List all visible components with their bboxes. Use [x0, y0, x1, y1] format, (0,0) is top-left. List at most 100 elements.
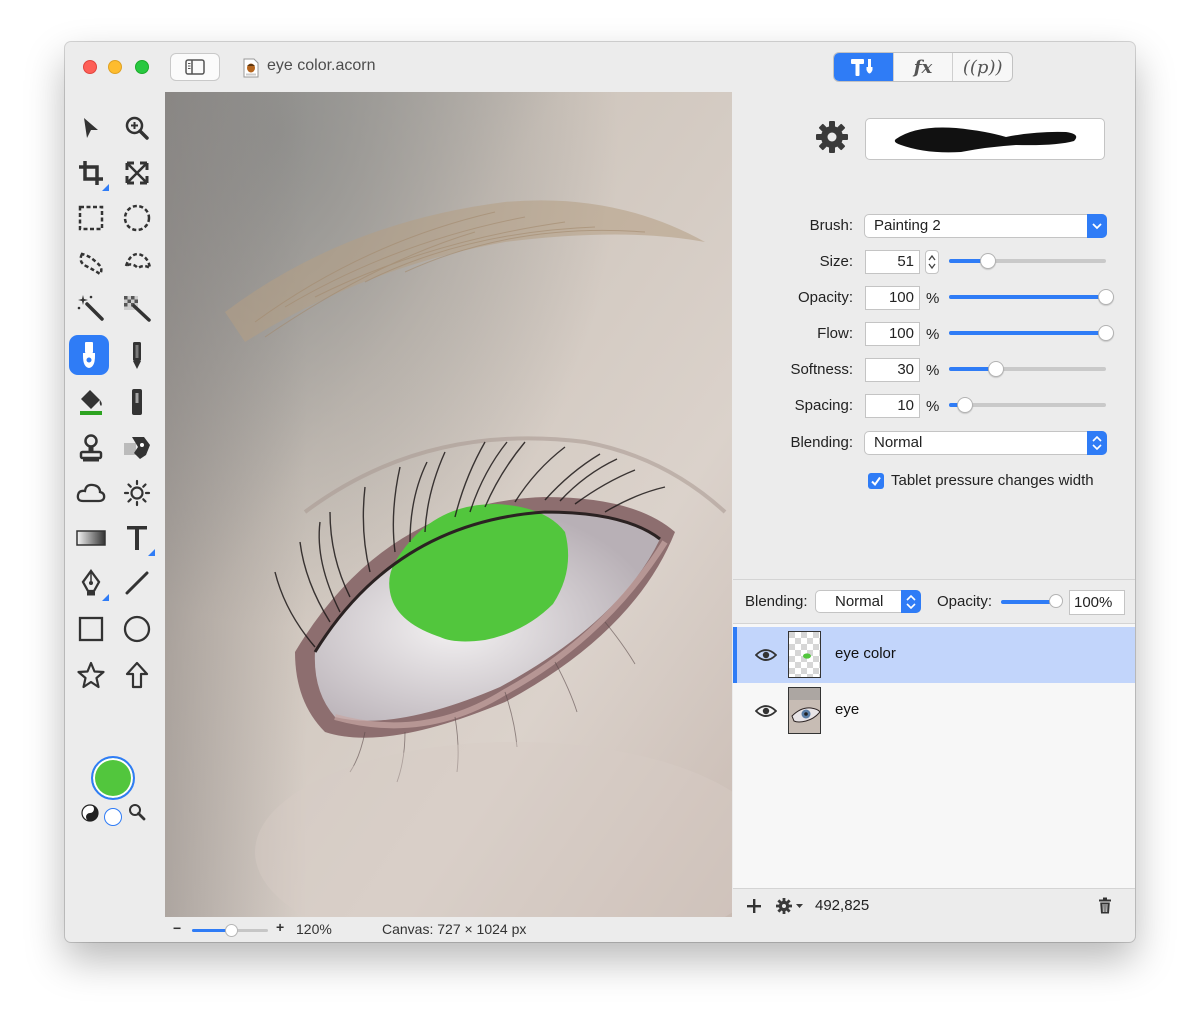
stepper-arrows-icon [928, 254, 936, 270]
magic-wand-icon [77, 295, 104, 321]
crop-tool[interactable] [71, 153, 111, 193]
tablet-pressure-checkbox[interactable] [868, 473, 884, 489]
size-slider-knob[interactable] [980, 253, 997, 269]
paint-bucket-tool[interactable] [71, 382, 111, 422]
eye-visibility-icon[interactable] [755, 648, 777, 662]
background-color-well[interactable] [104, 808, 122, 826]
layer-name: eye color [835, 645, 896, 662]
arrow-shape-tool[interactable] [117, 655, 157, 695]
opacity-slider-fill [949, 295, 1106, 299]
polygon-lasso-tool[interactable] [117, 243, 157, 283]
color-select-tool[interactable] [117, 288, 157, 328]
color-picker-button[interactable] [128, 803, 146, 821]
brush-preview[interactable] [865, 118, 1105, 160]
zoom-window-button[interactable] [135, 60, 149, 74]
opacity-percent: % [926, 290, 940, 307]
opacity-slider[interactable] [949, 289, 1114, 305]
star-tool[interactable] [71, 655, 111, 695]
zoom-in-button[interactable]: + [276, 919, 284, 935]
layer-thumbnail [788, 631, 821, 678]
layer-thumbnail [788, 687, 821, 734]
opacity-field[interactable]: 100 [865, 286, 920, 310]
zoom-out-button[interactable]: − [173, 920, 181, 936]
cloud-tool[interactable] [71, 473, 111, 513]
gear-icon[interactable] [815, 120, 849, 154]
move-tool[interactable] [71, 108, 111, 148]
flow-field[interactable]: 100 [865, 322, 920, 346]
zoom-slider-knob[interactable] [225, 924, 239, 937]
layer-row[interactable]: eye [733, 683, 1135, 739]
rectangle-tool[interactable] [71, 609, 111, 649]
eye-photo [165, 92, 732, 917]
brush-tool[interactable] [69, 335, 109, 375]
layer-opacity-field[interactable]: 100% [1069, 590, 1125, 615]
gear-menu-icon[interactable] [775, 897, 805, 915]
zoom-slider[interactable] [192, 924, 268, 937]
layer-blending-popup[interactable]: Normal [815, 590, 921, 613]
smudge-tool[interactable] [117, 428, 157, 468]
swap-colors-button[interactable] [81, 804, 99, 822]
blending-popup[interactable]: Normal [864, 431, 1107, 455]
softness-label: Softness: [790, 361, 853, 378]
foreground-color-well[interactable] [91, 756, 135, 800]
minimize-window-button[interactable] [108, 60, 122, 74]
rect-select-tool[interactable] [71, 198, 111, 238]
layer-name: eye [835, 701, 860, 718]
pen-tool[interactable] [71, 563, 111, 603]
gradient-icon [76, 530, 106, 546]
oval-tool[interactable] [117, 609, 157, 649]
opacity-label: Opacity: [797, 289, 853, 306]
eye-visibility-icon[interactable] [755, 704, 777, 718]
submenu-indicator [102, 594, 109, 601]
plus-icon[interactable] [746, 898, 762, 914]
flow-slider[interactable] [949, 325, 1114, 341]
ellipse-select-tool[interactable] [117, 198, 157, 238]
zoom-in-icon [125, 116, 149, 140]
flow-slider-knob[interactable] [1098, 325, 1114, 341]
tab-properties[interactable]: ((p)) [953, 53, 1012, 81]
gradient-tool[interactable] [71, 518, 111, 558]
tab-effects[interactable]: fx [894, 53, 954, 81]
lasso-tool[interactable] [71, 243, 111, 283]
ellipse-marquee-icon [123, 204, 151, 232]
brightness-tool[interactable] [117, 473, 157, 513]
document-title: eye color.acorn [267, 57, 376, 74]
size-field[interactable]: 51 [865, 250, 920, 274]
trash-icon[interactable] [1098, 897, 1112, 914]
canvas-image[interactable] [165, 92, 732, 917]
blending-popup-value: Normal [874, 434, 923, 451]
pencil-tool[interactable] [117, 335, 157, 375]
text-tool[interactable] [117, 518, 157, 558]
brush-popup[interactable]: Painting 2 [864, 214, 1107, 238]
gradient-pencil-tool[interactable] [117, 382, 157, 422]
sidebar-toggle-button[interactable] [170, 53, 220, 81]
size-stepper[interactable] [925, 250, 939, 274]
softness-slider-knob[interactable] [988, 361, 1005, 377]
flow-label: Flow: [817, 325, 853, 342]
clone-tool[interactable] [71, 428, 111, 468]
circle-icon [123, 615, 151, 643]
spacing-slider-knob[interactable] [956, 397, 973, 413]
layers-panel: Blending: Normal Opacity: 100% eye color… [733, 579, 1135, 921]
layer-opacity-slider-knob[interactable] [1049, 594, 1063, 608]
size-slider[interactable] [949, 253, 1106, 269]
magic-wand-tool[interactable] [71, 288, 111, 328]
submenu-indicator [148, 549, 155, 556]
fx-label: fx [913, 56, 933, 78]
softness-field[interactable]: 30 [865, 358, 920, 382]
spacing-field[interactable]: 10 [865, 394, 920, 418]
title-bar: eye color.acorn fx ((p)) [65, 42, 1135, 92]
softness-slider[interactable] [949, 361, 1106, 377]
zoom-tool[interactable] [117, 108, 157, 148]
text-t-icon [127, 526, 147, 550]
layer-opacity-slider[interactable] [1001, 594, 1063, 608]
line-tool[interactable] [117, 563, 157, 603]
opacity-slider-knob[interactable] [1098, 289, 1114, 305]
transform-tool[interactable] [117, 153, 157, 193]
tab-tools[interactable] [834, 53, 894, 81]
sun-icon [123, 479, 151, 507]
layer-row[interactable]: eye color [733, 627, 1135, 683]
spacing-slider[interactable] [949, 397, 1106, 413]
close-window-button[interactable] [83, 60, 97, 74]
tablet-pressure-label[interactable]: Tablet pressure changes width [891, 472, 1094, 489]
